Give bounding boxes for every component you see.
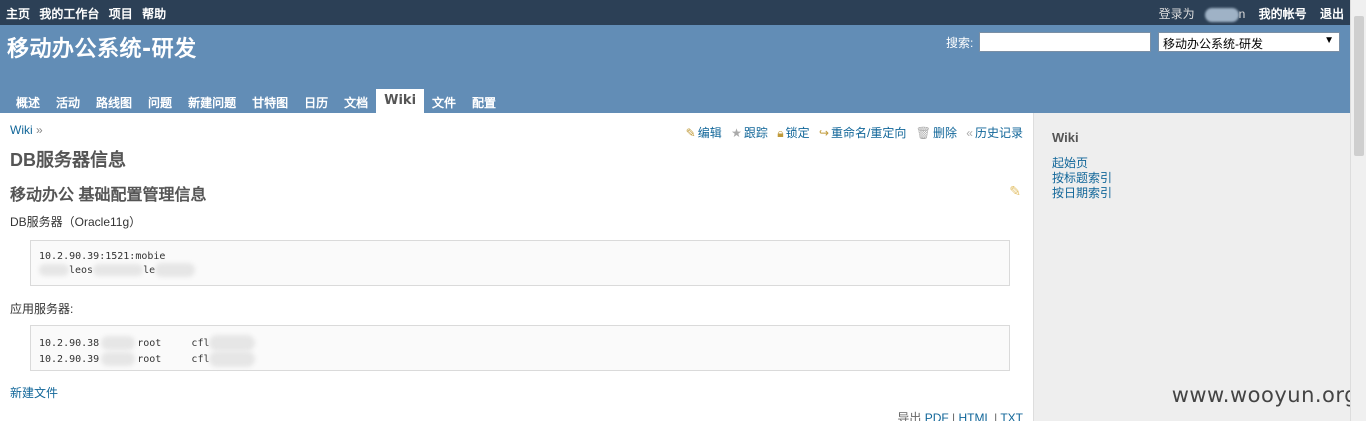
tab-settings[interactable]: 配置: [464, 89, 504, 113]
tab-files[interactable]: 文件: [424, 89, 464, 113]
page-title: DB服务器信息: [10, 150, 126, 170]
top-menu-help[interactable]: 帮助: [142, 7, 166, 21]
app-server-code-block: 10.2.90.38 root cfl 10.2.90.39 root cfl: [30, 325, 1010, 371]
history-icon: «: [966, 126, 973, 140]
redacted-block: [101, 336, 136, 350]
edit-link[interactable]: 编辑: [698, 126, 722, 140]
breadcrumb-wiki-link[interactable]: Wiki: [10, 123, 33, 137]
breadcrumb: Wiki »: [10, 123, 43, 137]
history-link[interactable]: 历史记录: [975, 126, 1023, 140]
redacted-block: [39, 264, 69, 276]
db-credential-part-a: leos: [69, 265, 94, 276]
tab-new-issue[interactable]: 新建问题: [180, 89, 244, 113]
redacted-username: [1204, 7, 1239, 22]
breadcrumb-separator: »: [36, 123, 43, 137]
db-connection-string: 10.2.90.39:1521:mobie: [39, 251, 166, 262]
top-menu-projects[interactable]: 项目: [109, 7, 133, 21]
app-server-user: root: [137, 354, 162, 365]
tab-issues[interactable]: 问题: [140, 89, 180, 113]
main-menu-tabs: 概述 活动 路线图 问题 新建问题 甘特图 日历 文档 Wiki 文件 配置: [8, 89, 504, 113]
section-edit-pencil-icon[interactable]: ✎: [1009, 183, 1021, 200]
new-file-link[interactable]: 新建文件: [10, 384, 58, 401]
project-title: 移动办公系统-研发: [7, 37, 197, 62]
search-input[interactable]: [978, 32, 1151, 52]
redacted-block: [101, 352, 136, 366]
search-label: 搜索:: [945, 35, 974, 50]
export-links: 导出 PDF | HTML | TXT: [897, 409, 1023, 421]
scrollbar-thumb[interactable]: [1354, 16, 1364, 156]
tab-wiki[interactable]: Wiki: [376, 89, 425, 113]
redacted-block: [155, 263, 196, 277]
app-server-ip: 10.2.90.39: [39, 354, 100, 365]
watermark: www.wooyun.org: [1171, 383, 1358, 407]
search-area: 搜索: 移动办公系统-研发 ▼: [946, 32, 1340, 52]
rename-link[interactable]: 重命名/重定向: [831, 126, 906, 140]
tab-overview[interactable]: 概述: [8, 89, 48, 113]
app-server-label: 应用服务器:: [10, 302, 74, 316]
sidebar-link-index-by-date[interactable]: 按日期索引: [1052, 186, 1112, 201]
sidebar-title: Wiki: [1052, 130, 1079, 145]
db-server-label: DB服务器（Oracle11g）: [10, 215, 142, 229]
logout-link[interactable]: 退出: [1320, 7, 1344, 21]
db-credential-part-b: le: [143, 265, 156, 276]
export-pdf-link[interactable]: PDF: [925, 411, 949, 421]
export-txt-link[interactable]: TXT: [1000, 411, 1023, 421]
sidebar-link-index-by-title[interactable]: 按标题索引: [1052, 171, 1112, 186]
sidebar: Wiki 起始页 按标题索引 按日期索引: [1033, 113, 1350, 421]
lock-link[interactable]: 锁定: [786, 126, 810, 140]
export-label: 导出: [897, 411, 922, 421]
tab-documents[interactable]: 文档: [336, 89, 376, 113]
top-menu-left: 主页 我的工作台 项目 帮助: [6, 5, 172, 22]
tab-gantt[interactable]: 甘特图: [244, 89, 296, 113]
my-account-link[interactable]: 我的帐号: [1259, 7, 1307, 21]
lock-icon: 🔒︎: [777, 126, 784, 140]
top-menu: 主页 我的工作台 项目 帮助 登录为 n 我的帐号 退出: [0, 0, 1350, 25]
dropdown-arrow-icon: ▼: [1324, 35, 1334, 46]
db-server-code-block: 10.2.90.39:1521:mobie leos le: [30, 240, 1010, 286]
star-icon: ★: [731, 126, 742, 140]
sidebar-link-start-page[interactable]: 起始页: [1052, 156, 1112, 171]
main-area: Wiki » ✎ 编辑 ★ 跟踪 🔒︎ 锁定 ↪ 重命名/重定向 🗑︎ 删除 «历史记录 …: [0, 113, 1350, 421]
redacted-block: [209, 335, 256, 351]
project-jump-value: 移动办公系统-研发: [1163, 37, 1263, 51]
header: 移动办公系统-研发 搜索: 移动办公系统-研发 ▼ 概述 活动 路线图 问题 新建…: [0, 25, 1350, 113]
app-server-password: cfl: [191, 354, 210, 365]
top-menu-home[interactable]: 主页: [6, 7, 30, 21]
rename-icon: ↪: [818, 126, 830, 140]
export-html-link[interactable]: HTML: [959, 411, 991, 421]
app-server-password: cfl: [191, 338, 210, 349]
tab-calendar[interactable]: 日历: [296, 89, 336, 113]
logged-as-text: 登录为: [1158, 7, 1195, 21]
tab-roadmap[interactable]: 路线图: [88, 89, 140, 113]
logged-as-label: 登录为 n: [1158, 7, 1246, 22]
contextual-actions: ✎ 编辑 ★ 跟踪 🔒︎ 锁定 ↪ 重命名/重定向 🗑︎ 删除 «历史记录: [686, 124, 1023, 141]
delete-link[interactable]: 删除: [933, 126, 957, 140]
pencil-icon: ✎: [685, 126, 696, 140]
project-jump-select[interactable]: 移动办公系统-研发 ▼: [1158, 32, 1340, 52]
trash-icon: 🗑︎: [915, 126, 931, 140]
app-server-ip: 10.2.90.38: [39, 338, 100, 349]
vertical-scrollbar[interactable]: [1350, 0, 1366, 421]
redacted-block: [93, 264, 144, 276]
redacted-block: [209, 351, 256, 367]
section-title: 移动办公 基础配置管理信息: [10, 187, 207, 204]
wiki-content: Wiki » ✎ 编辑 ★ 跟踪 🔒︎ 锁定 ↪ 重命名/重定向 🗑︎ 删除 «历史记录 …: [0, 113, 1033, 421]
top-menu-my-page[interactable]: 我的工作台: [39, 7, 99, 21]
app-server-user: root: [137, 338, 162, 349]
sidebar-links: 起始页 按标题索引 按日期索引: [1052, 156, 1112, 201]
tab-activity[interactable]: 活动: [48, 89, 88, 113]
top-menu-right: 登录为 n 我的帐号 退出: [1139, 5, 1344, 22]
watch-link[interactable]: 跟踪: [744, 126, 768, 140]
